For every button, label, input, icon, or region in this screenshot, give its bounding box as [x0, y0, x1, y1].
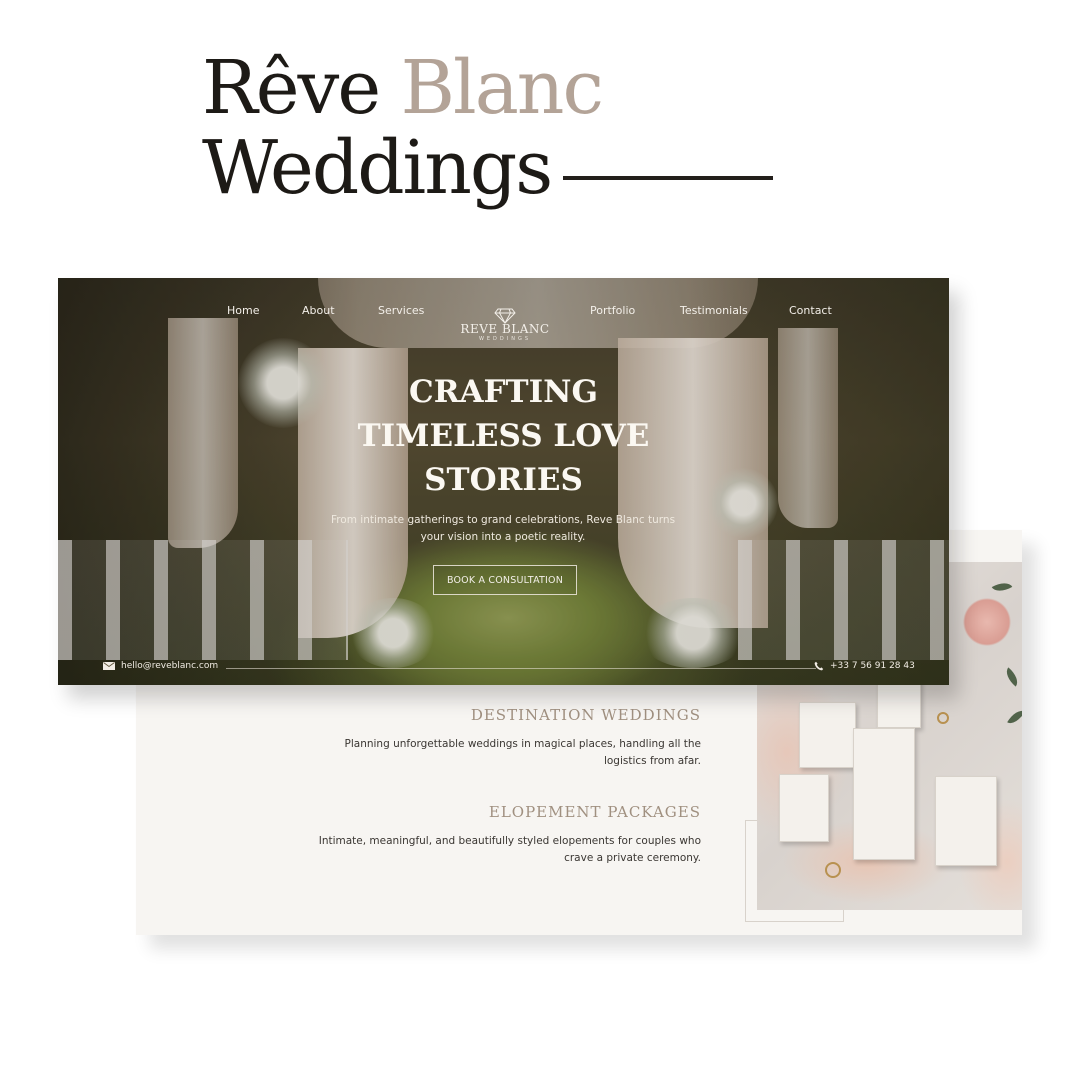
- service-description: Intimate, meaningful, and beautifully st…: [318, 835, 701, 864]
- hero-heading-line: TIMELESS LOVE: [357, 418, 650, 454]
- service-title: DESTINATION WEDDINGS: [470, 706, 701, 724]
- logo-wordmark: REVE BLANC: [460, 322, 550, 336]
- hero-subtitle: From intimate gatherings to grand celebr…: [330, 514, 676, 543]
- service-title: ELOPEMENT PACKAGES: [488, 803, 701, 821]
- hero-heading-line: STORIES: [424, 462, 583, 498]
- nav-portfolio[interactable]: Portfolio: [590, 304, 635, 317]
- service-description: Planning unforgettable weddings in magic…: [344, 738, 701, 767]
- nav-contact[interactable]: Contact: [789, 304, 832, 317]
- headline-word-weddings: Weddings: [202, 125, 553, 211]
- service-elopement-packages: ELOPEMENT PACKAGES Intimate, meaningful,…: [301, 803, 701, 867]
- service-destination-weddings: DESTINATION WEDDINGS Planning unforgetta…: [301, 706, 701, 770]
- hero-footer-divider: [226, 668, 816, 669]
- book-consultation-button[interactable]: BOOK A CONSULTATION: [433, 565, 577, 595]
- brand-headline: Rêve Blanc Weddings: [202, 45, 604, 211]
- logo-tagline: WEDDINGS: [478, 336, 532, 342]
- title-divider: [563, 176, 773, 180]
- hero-section: Home About Services REVE BLANC WEDDINGS …: [58, 278, 949, 685]
- nav-testimonials[interactable]: Testimonials: [680, 304, 748, 317]
- invitation-card: [853, 728, 915, 860]
- nav-about[interactable]: About: [302, 304, 335, 317]
- invitation-card: [935, 776, 997, 866]
- invitation-card: [779, 774, 829, 842]
- nav-services[interactable]: Services: [378, 304, 424, 317]
- leaf-decoration: [991, 578, 1013, 596]
- ring-decoration: [825, 862, 841, 878]
- phone-icon: [814, 661, 824, 671]
- ring-decoration: [937, 712, 949, 724]
- contact-phone[interactable]: +33 7 56 91 28 43: [814, 661, 915, 671]
- phone-text: +33 7 56 91 28 43: [830, 661, 915, 671]
- hero-heading: CRAFTING TIMELESS LOVE STORIES: [58, 370, 949, 502]
- headline-word-blanc: Blanc: [400, 45, 604, 131]
- invitation-card: [799, 702, 856, 768]
- headline-line-1: Rêve Blanc: [202, 45, 604, 131]
- main-navigation: Home About Services REVE BLANC WEDDINGS …: [58, 302, 949, 342]
- email-text: hello@reveblanc.com: [121, 661, 219, 671]
- contact-email[interactable]: hello@reveblanc.com: [103, 661, 218, 671]
- headline-word-reve: Rêve: [202, 45, 381, 131]
- envelope-icon: [103, 662, 115, 670]
- leaf-decoration: [1007, 706, 1022, 728]
- site-logo[interactable]: REVE BLANC WEDDINGS: [460, 308, 550, 342]
- leaf-decoration: [1001, 667, 1022, 687]
- hero-heading-line: CRAFTING: [409, 374, 598, 410]
- nav-home[interactable]: Home: [227, 304, 259, 317]
